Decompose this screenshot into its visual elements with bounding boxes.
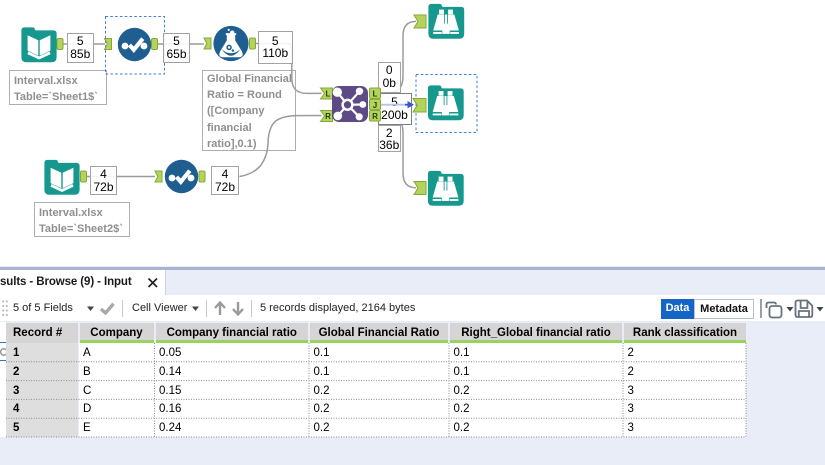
svg-text:L: L: [326, 90, 331, 99]
svg-text:R: R: [372, 112, 378, 121]
svg-text:J: J: [373, 101, 377, 110]
svg-text:L: L: [373, 90, 378, 99]
svg-text:R: R: [325, 112, 331, 121]
